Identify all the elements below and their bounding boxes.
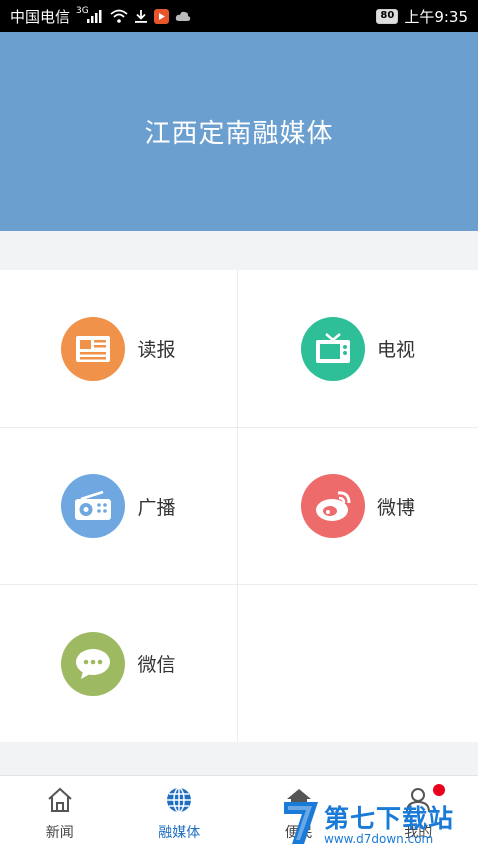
cell-signal-icon: 3G	[76, 6, 104, 25]
grid-item-radio[interactable]: 广播	[0, 428, 238, 585]
weibo-icon	[300, 474, 365, 538]
grid-item-label: 广播	[137, 496, 176, 519]
grid-item-label: 读报	[137, 339, 176, 361]
watermark-text: 第七下载站 www.d7down.com	[324, 806, 454, 845]
media-grid: 读报 电视 广播 微博 微信	[0, 270, 478, 742]
cloud-icon	[175, 7, 191, 25]
grid-item-label: 微信	[137, 654, 176, 676]
grid-item-newspaper[interactable]: 读报	[0, 270, 238, 428]
tab-media[interactable]: 融媒体	[120, 776, 240, 850]
page-title: 江西定南融媒体	[144, 119, 334, 149]
download-icon	[134, 7, 148, 25]
network-type: 3G	[76, 6, 89, 16]
battery-icon: 80	[376, 8, 399, 24]
grid-item-weibo[interactable]: 微博	[238, 428, 478, 585]
newspaper-icon	[61, 316, 126, 381]
status-left: 中国电信 3G	[10, 6, 191, 27]
tab-label: 新闻	[45, 825, 74, 841]
clock: 上午9:35	[404, 7, 468, 26]
grid-item-wechat[interactable]: 微信	[0, 585, 238, 742]
grid-item-label: 微博	[376, 496, 415, 519]
tab-news[interactable]: 新闻	[0, 776, 120, 850]
site-watermark: 第七下载站 www.d7down.com	[282, 800, 478, 850]
tv-icon	[300, 316, 365, 381]
carrier-name: 中国电信	[10, 7, 71, 26]
wechat-icon	[61, 631, 126, 696]
grid-item-tv[interactable]: 电视	[238, 270, 478, 428]
tab-label: 融媒体	[158, 825, 201, 841]
status-right: 80 上午9:35	[376, 6, 468, 27]
app-screen: 中国电信 3G 80 上午9:35 江西定南融媒体 读报 电视 广播 微博 微信…	[0, 0, 478, 850]
watermark-name: 第七下载站	[324, 803, 455, 833]
grid-empty-cell	[238, 585, 478, 742]
status-bar: 中国电信 3G 80 上午9:35	[0, 0, 478, 32]
watermark-url: www.d7down.com	[324, 831, 434, 846]
header-banner: 江西定南融媒体	[0, 32, 478, 231]
wifi-icon	[110, 7, 128, 25]
home-icon	[46, 786, 74, 818]
app-notification-icon	[153, 7, 169, 25]
watermark-logo-icon	[282, 800, 320, 850]
globe-icon	[165, 786, 193, 818]
notification-badge	[432, 784, 445, 796]
grid-item-label: 电视	[376, 339, 415, 361]
radio-icon	[61, 474, 126, 538]
